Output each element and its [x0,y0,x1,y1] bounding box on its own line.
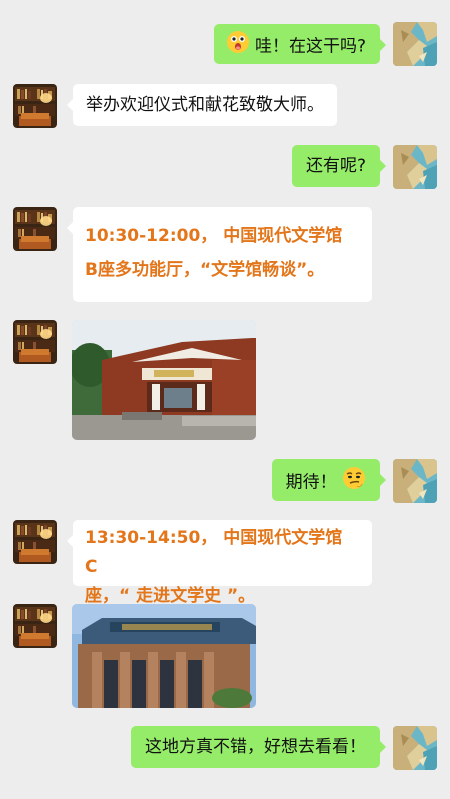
sent-message-bubble[interactable]: 哇！在这干吗? [213,24,387,64]
received-message-bubble[interactable]: 举办欢迎仪式和献花致敬大师。 [67,84,337,126]
message-text: 这地方真不错，好想去看看！ [145,737,366,757]
received-message-bubble[interactable]: 13:30-14:50， 中国现代文学馆 C 座，“ 走进文学史 ”。 [67,520,372,606]
message-text: 举办欢迎仪式和献花致敬大师。 [86,95,324,115]
sent-message-bubble[interactable]: 还有呢? [291,145,387,187]
contact-avatar[interactable] [13,520,57,564]
building-photo[interactable] [72,320,256,440]
contact-avatar[interactable] [13,84,57,128]
my-avatar[interactable] [393,726,437,770]
contact-avatar[interactable] [13,604,57,648]
sent-message-bubble[interactable]: 这地方真不错，好想去看看！ [131,726,386,768]
contact-avatar[interactable] [13,207,57,251]
sent-message-bubble[interactable]: 期待！ [271,459,387,501]
schedule-line: 13:30-14:50， 中国现代文学馆 C [85,528,343,577]
building-photo[interactable] [72,604,256,708]
schedule-line: B座多功能厅，“文学馆畅谈”。 [85,260,325,280]
schedule-line: 10:30-12:00， 中国现代文学馆 [85,226,343,246]
my-avatar[interactable] [393,459,437,503]
smirking-face-icon [342,466,366,499]
message-text: 还有呢? [305,156,366,176]
message-text: 哇！在这干吗? [254,36,366,57]
received-message-bubble[interactable]: 10:30-12:00， 中国现代文学馆 B座多功能厅，“文学馆畅谈”。 [67,207,372,302]
contact-avatar[interactable] [13,320,57,364]
message-text: 期待！ [285,472,337,493]
surprised-face-icon [226,30,250,63]
my-avatar[interactable] [393,22,437,66]
my-avatar[interactable] [393,145,437,189]
